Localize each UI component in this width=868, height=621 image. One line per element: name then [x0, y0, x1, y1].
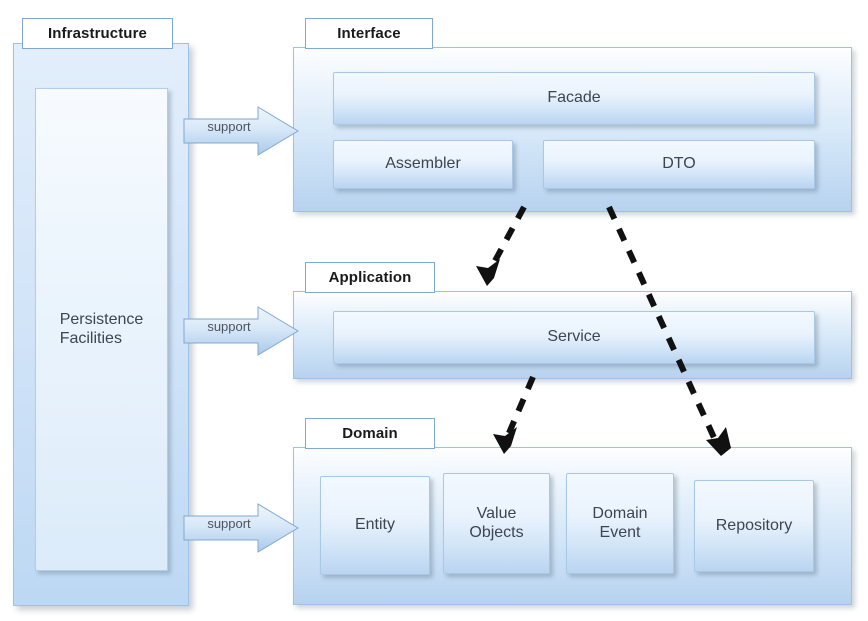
dashed-arrow-application-to-domain [503, 375, 536, 442]
application-tab-label: Application [328, 269, 412, 286]
interface-tab[interactable]: Interface [305, 18, 433, 49]
node-entity[interactable]: Entity [320, 476, 430, 575]
node-value-objects[interactable]: Value Objects [443, 473, 550, 574]
infrastructure-tab-label: Infrastructure [48, 25, 147, 42]
application-tab[interactable]: Application [305, 262, 435, 293]
node-domain-event[interactable]: Domain Event [566, 473, 674, 574]
domain-tab-label: Domain [342, 425, 398, 442]
dashed-arrow-interface-to-application [486, 205, 527, 274]
node-assembler[interactable]: Assembler [333, 140, 513, 189]
node-entity-label: Entity [354, 516, 395, 534]
architecture-diagram: Infrastructure Persistence Facilities In… [0, 0, 868, 621]
arrowhead-interface-to-application [476, 259, 500, 286]
node-value-objects-label: Value Objects [469, 504, 524, 541]
persistence-facilities-label: Persistence Facilities [59, 310, 144, 347]
persistence-facilities-node[interactable]: Persistence Facilities [35, 88, 168, 571]
node-facade-label: Facade [547, 89, 601, 107]
support-arrow-domain[interactable]: support [183, 502, 300, 554]
node-dto-label: DTO [662, 155, 696, 173]
support-arrow-interface[interactable]: support [183, 105, 300, 157]
node-repository-label: Repository [715, 516, 793, 534]
support-arrow-application[interactable]: support [183, 305, 300, 357]
node-facade[interactable]: Facade [333, 72, 815, 125]
node-service[interactable]: Service [333, 311, 815, 364]
node-domain-event-label: Domain Event [592, 504, 648, 541]
domain-tab[interactable]: Domain [305, 418, 435, 449]
node-service-label: Service [547, 328, 601, 346]
infrastructure-tab[interactable]: Infrastructure [22, 18, 173, 49]
node-dto[interactable]: DTO [543, 140, 815, 189]
node-repository[interactable]: Repository [694, 480, 814, 572]
interface-tab-label: Interface [337, 25, 401, 42]
node-assembler-label: Assembler [385, 155, 461, 173]
